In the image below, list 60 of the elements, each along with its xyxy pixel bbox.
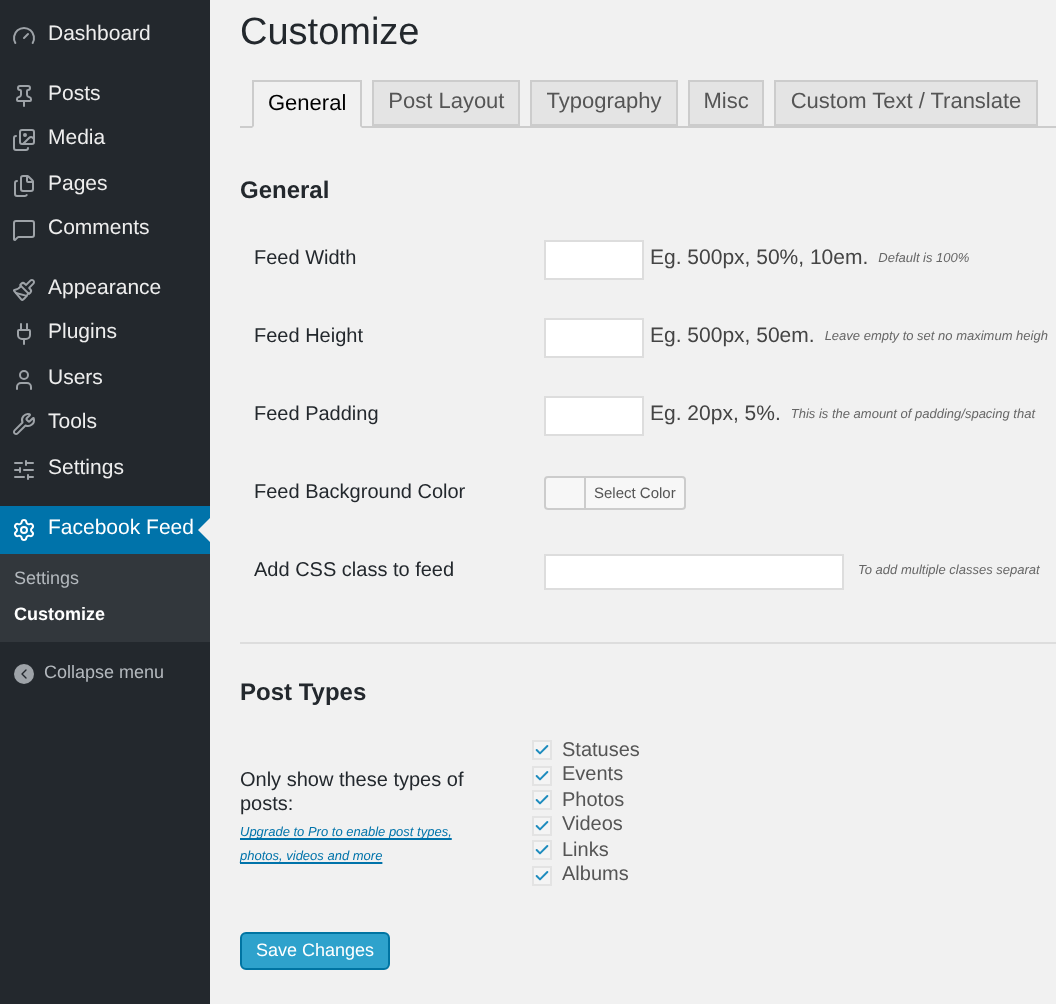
section-heading: Post Types <box>240 676 367 710</box>
checkbox-label: Statuses <box>562 737 640 766</box>
checkbox-label: Albums <box>562 862 629 891</box>
user-icon <box>12 367 36 392</box>
sidebar-item[interactable]: Appearance <box>0 267 210 312</box>
field-label: Add CSS class to feed <box>254 558 457 586</box>
field-label: Feed Padding <box>254 402 381 430</box>
gauge-icon <box>12 24 36 49</box>
checkbox[interactable] <box>532 865 552 886</box>
comment-icon <box>12 218 36 243</box>
sidebar-item[interactable]: Users <box>0 357 210 402</box>
section-heading: General <box>240 174 330 208</box>
sidebar-item[interactable]: Facebook Feed <box>0 506 210 554</box>
images-icon <box>12 128 36 153</box>
input-field[interactable] <box>544 317 644 357</box>
checkbox[interactable] <box>532 815 552 836</box>
input-field[interactable] <box>544 395 644 435</box>
sidebar-item[interactable]: Tools <box>0 402 210 447</box>
field-label: Feed Background Color <box>254 480 468 508</box>
tab[interactable]: Custom Text / Translate <box>774 80 1038 126</box>
example-text: Eg. 500px, 50%, 10em. <box>650 243 869 274</box>
current-pointer-icon <box>198 518 210 542</box>
checkbox-label: Events <box>562 762 624 791</box>
wrench-icon <box>12 412 36 437</box>
tab[interactable]: Typography <box>530 80 678 126</box>
page-title: Customize <box>240 10 420 58</box>
submenu-item[interactable]: Settings <box>14 562 210 598</box>
tab[interactable]: General <box>252 80 363 128</box>
paintbrush-icon <box>12 277 36 302</box>
sidebar-item[interactable]: Comments <box>0 208 210 253</box>
settings-icon <box>12 518 36 542</box>
checkbox-label: Videos <box>562 812 623 841</box>
submenu-item[interactable]: Customize <box>14 598 210 634</box>
checkbox-label: Links <box>562 837 609 865</box>
checkbox[interactable] <box>532 740 552 761</box>
sidebar-item[interactable]: Plugins <box>0 312 210 357</box>
field-label: Feed Width <box>254 246 359 274</box>
checkbox[interactable] <box>532 765 552 786</box>
sidebar-item[interactable]: Pages <box>0 163 210 208</box>
input-field[interactable] <box>544 553 844 589</box>
tab[interactable]: Misc <box>687 80 765 126</box>
sidebar-item[interactable]: Dashboard <box>0 14 210 59</box>
field-label: Feed Height <box>254 324 365 352</box>
sliders-icon <box>12 457 36 482</box>
pages-icon <box>12 173 36 198</box>
sidebar-item[interactable]: Media <box>0 118 210 163</box>
sidebar-item[interactable]: Settings <box>0 447 210 492</box>
collapse-icon <box>14 663 34 684</box>
example-text: Eg. 500px, 50em. <box>650 321 815 352</box>
tab[interactable]: Post Layout <box>372 80 521 126</box>
field-label: Only show these types of posts: <box>240 770 466 818</box>
checkbox[interactable] <box>532 790 552 811</box>
example-text: Eg. 20px, 5%. <box>650 399 781 430</box>
collapse-menu-button[interactable]: Collapse menu <box>0 660 210 687</box>
pin-icon <box>12 83 36 108</box>
sidebar-item[interactable]: Posts <box>0 73 210 118</box>
checkbox[interactable] <box>532 840 552 861</box>
checkbox-label: Photos <box>562 787 625 815</box>
plug-icon <box>12 322 36 347</box>
input-field[interactable] <box>544 239 644 279</box>
